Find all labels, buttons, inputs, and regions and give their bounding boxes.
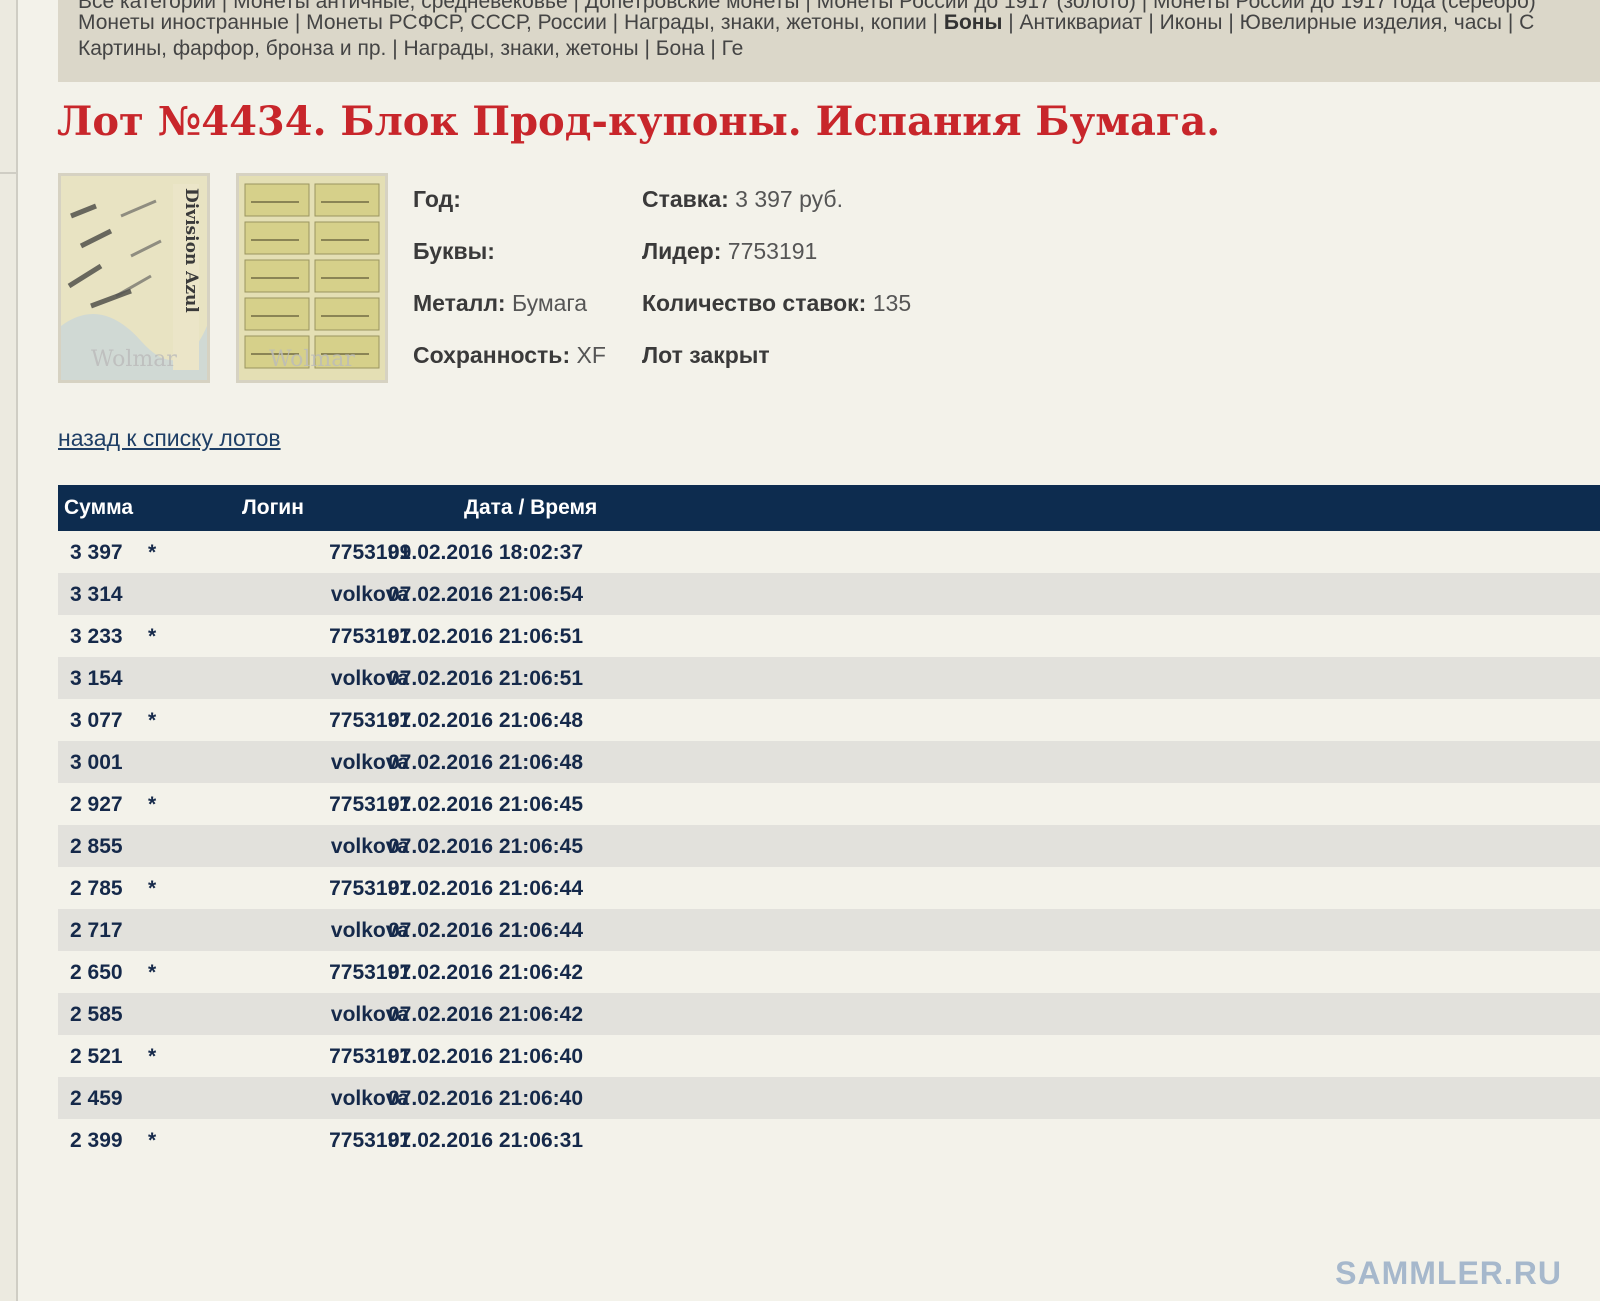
table-row: 2 399 * 7753191 07.02.2016 21:06:31 [58, 1119, 1600, 1161]
table-row: 3 077 * 7753191 07.02.2016 21:06:48 [58, 699, 1600, 741]
lot-status-text: Лот закрыт [642, 342, 770, 368]
categories-line-3[interactable]: Картины, фарфор, бронза и пр. | Награды,… [78, 36, 743, 62]
table-row: 2 717 volkova 07.02.2016 21:06:44 [58, 909, 1600, 951]
table-row: 2 459 volkova 07.02.2016 21:06:40 [58, 1077, 1600, 1119]
bid-datetime: 07.02.2016 21:06:31 [388, 1129, 583, 1152]
bid-amount: 2 785 [70, 877, 123, 900]
bids-table-header: Сумма Логин Дата / Время [58, 485, 1600, 531]
header-amount: Сумма [64, 496, 134, 519]
bid-datetime: 07.02.2016 21:06:48 [388, 709, 583, 732]
bid-datetime: 07.02.2016 21:06:44 [388, 877, 583, 900]
lot-status: Лот закрыт [642, 342, 770, 369]
bid-amount: 2 650 [70, 961, 123, 984]
bid-datetime: 07.02.2016 21:06:54 [388, 583, 583, 606]
bids-table-body: 3 397 * 7753191 09.02.2016 18:02:37 3 314 vol… [58, 531, 1600, 1161]
bid-datetime: 07.02.2016 21:06:44 [388, 919, 583, 942]
coupon-sheet-picture: Wolmar [239, 176, 385, 380]
table-row: 2 521 * 7753191 07.02.2016 21:06:40 [58, 1035, 1600, 1077]
bids-count-value: 135 [872, 290, 912, 316]
bid-star-marker: * [148, 709, 157, 732]
sidebar-divider [0, 172, 16, 174]
bid-datetime: 07.02.2016 21:06:48 [388, 751, 583, 774]
condition-value: XF [576, 342, 606, 368]
bid-datetime: 09.02.2016 18:02:37 [388, 541, 583, 564]
bid-value: 3 397 руб. [735, 186, 843, 212]
info-condition: Сохранность: XF [413, 342, 606, 369]
bid-datetime: 07.02.2016 21:06:40 [388, 1045, 583, 1068]
table-row: 2 927 * 7753191 07.02.2016 21:06:45 [58, 783, 1600, 825]
thumb1-watermark: Wolmar [91, 347, 177, 372]
lot-image-back[interactable]: Wolmar [236, 173, 388, 383]
table-row: 3 233 * 7753191 07.02.2016 21:06:51 [58, 615, 1600, 657]
table-row: 2 855 volkova 07.02.2016 21:06:45 [58, 825, 1600, 867]
leader-value: 7753191 [727, 238, 818, 264]
info-letters: Буквы: [413, 238, 495, 265]
bid-amount: 3 001 [70, 751, 123, 774]
year-label: Год: [413, 186, 461, 212]
bid-amount: 2 585 [70, 1003, 123, 1026]
header-login: Логин [242, 496, 304, 519]
bid-star-marker: * [148, 1129, 157, 1152]
bid-amount: 2 399 [70, 1129, 123, 1152]
letters-label: Буквы: [413, 238, 495, 264]
table-row: 3 154 volkova 07.02.2016 21:06:51 [58, 657, 1600, 699]
bid-amount: 3 233 [70, 625, 123, 648]
categories-line-2[interactable]: Монеты иностранные | Монеты РСФСР, СССР,… [78, 10, 1534, 36]
bid-datetime: 07.02.2016 21:06:42 [388, 961, 583, 984]
condition-label: Сохранность: [413, 342, 571, 368]
metal-label: Металл: [413, 290, 506, 316]
bid-star-marker: * [148, 793, 157, 816]
bid-star-marker: * [148, 877, 157, 900]
left-sidebar-strip [0, 0, 18, 1301]
bid-amount: 2 521 [70, 1045, 123, 1068]
bid-amount: 2 855 [70, 835, 123, 858]
bid-amount: 2 717 [70, 919, 123, 942]
bid-amount: 3 397 [70, 541, 123, 564]
bid-datetime: 07.02.2016 21:06:45 [388, 835, 583, 858]
categories-line-2-end[interactable]: | Антиквариат | Иконы | Ювелирные издели… [1002, 11, 1534, 34]
lot-title: Лот №4434. Блок Прод-купоны. Испания Бум… [57, 98, 1221, 145]
header-datetime: Дата / Время [464, 496, 598, 519]
bid-datetime: 07.02.2016 21:06:40 [388, 1087, 583, 1110]
thumb1-caption: Division Azul [181, 188, 201, 313]
lot-image-front[interactable]: Division Azul Wolmar [58, 173, 210, 383]
bid-amount: 3 154 [70, 667, 123, 690]
info-metal: Металл: Бумага [413, 290, 587, 317]
table-row: 2 785 * 7753191 07.02.2016 21:06:44 [58, 867, 1600, 909]
category-bony-active[interactable]: Боны [944, 11, 1003, 34]
bids-count-label: Количество ставок: [642, 290, 867, 316]
table-row: 3 314 volkova 07.02.2016 21:06:54 [58, 573, 1600, 615]
leader-label: Лидер: [642, 238, 722, 264]
info-bids-count: Количество ставок: 135 [642, 290, 911, 317]
bids-table: Сумма Логин Дата / Время 3 397 * 7753191 09… [58, 485, 1600, 1161]
bid-datetime: 07.02.2016 21:06:51 [388, 667, 583, 690]
bid-amount: 3 077 [70, 709, 123, 732]
table-row: 2 585 volkova 07.02.2016 21:06:42 [58, 993, 1600, 1035]
metal-value: Бумага [511, 290, 588, 316]
bid-star-marker: * [148, 961, 157, 984]
bid-datetime: 07.02.2016 21:06:45 [388, 793, 583, 816]
bid-label: Ставка: [642, 186, 729, 212]
info-year: Год: [413, 186, 461, 213]
table-row: 3 001 volkova 07.02.2016 21:06:48 [58, 741, 1600, 783]
site-watermark: SAMMLER.RU [1335, 1255, 1562, 1291]
bid-star-marker: * [148, 1045, 157, 1068]
bid-datetime: 07.02.2016 21:06:51 [388, 625, 583, 648]
banknote-front-picture: Division Azul Wolmar [61, 176, 207, 380]
info-leader: Лидер: 7753191 [642, 238, 817, 265]
bid-star-marker: * [148, 625, 157, 648]
table-row: 3 397 * 7753191 09.02.2016 18:02:37 [58, 531, 1600, 573]
bid-amount: 3 314 [70, 583, 123, 606]
categories-nav: Все категории | Монеты античные, среднев… [58, 0, 1600, 82]
bid-star-marker: * [148, 541, 157, 564]
back-to-lots-link[interactable]: назад к списку лотов [58, 425, 281, 452]
bid-amount: 2 459 [70, 1087, 123, 1110]
table-row: 2 650 * 7753191 07.02.2016 21:06:42 [58, 951, 1600, 993]
bid-amount: 2 927 [70, 793, 123, 816]
categories-line-2-start[interactable]: Монеты иностранные | Монеты РСФСР, СССР,… [78, 11, 944, 34]
info-bid: Ставка: 3 397 руб. [642, 186, 843, 213]
thumb2-watermark: Wolmar [269, 347, 355, 372]
bid-datetime: 07.02.2016 21:06:42 [388, 1003, 583, 1026]
